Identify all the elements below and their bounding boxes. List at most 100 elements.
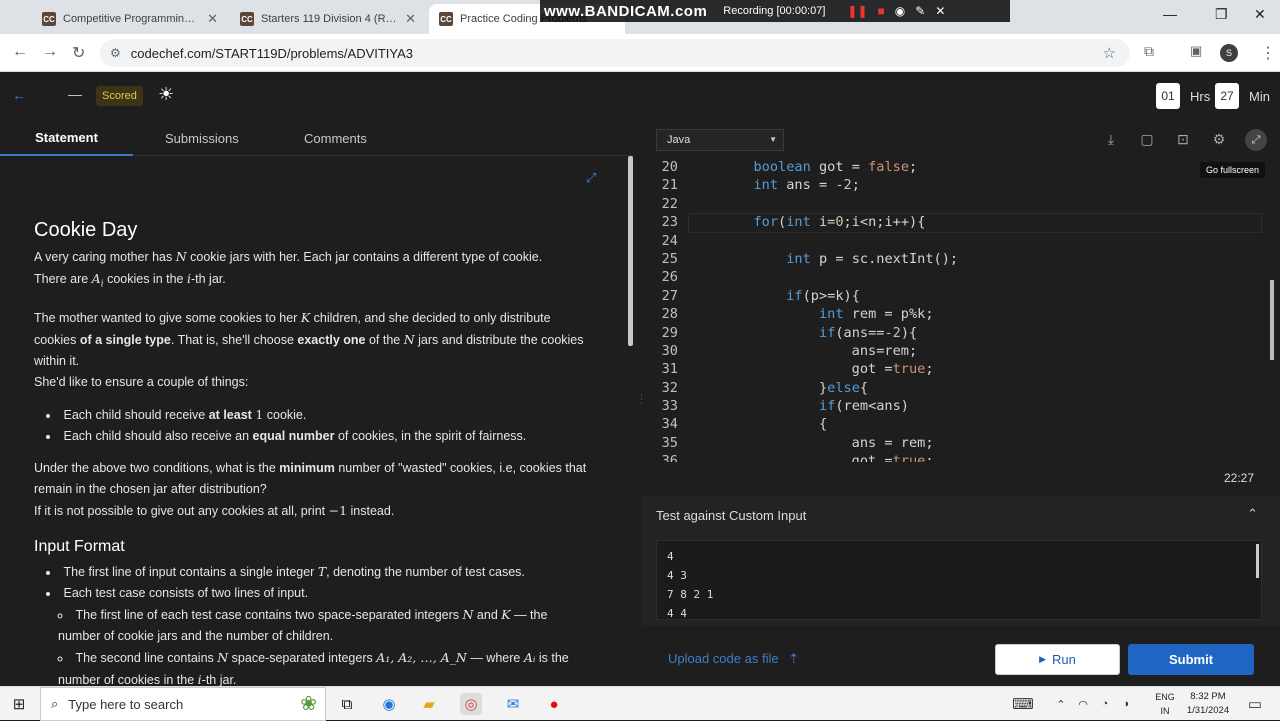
taskbar-search[interactable]: ⌕ Type here to search ❀ — [40, 687, 326, 721]
code-line[interactable]: 36 got =true; — [642, 452, 1274, 462]
task-view-icon[interactable]: ⧉ — [336, 693, 358, 715]
back-icon[interactable]: ← — [12, 87, 26, 103]
clock-time: 8:32 PM — [1190, 691, 1226, 702]
bandicam-app-icon[interactable]: ● — [543, 693, 565, 715]
code-line[interactable]: 32 }else{ — [642, 379, 1274, 397]
reload-icon[interactable]: ↻ — [72, 43, 85, 63]
sun-theme-icon[interactable]: ☀ — [158, 84, 174, 105]
edge-browser-icon[interactable]: ◉ — [378, 693, 400, 715]
custom-input-title[interactable]: Test against Custom Input — [656, 508, 806, 523]
pause-icon[interactable]: ❚❚ — [847, 4, 867, 18]
statement-scrollbar[interactable] — [628, 156, 633, 346]
submit-button[interactable]: Submit — [1128, 644, 1254, 675]
input-language[interactable]: ENG IN — [1152, 690, 1178, 718]
network-icon[interactable]: ◠ — [1072, 693, 1094, 715]
tray-expand-icon[interactable]: ⌃ — [1050, 693, 1072, 715]
input-format-heading: Input Format — [34, 537, 125, 555]
line-number: 28 — [661, 306, 678, 323]
back-arrow-icon[interactable]: ← — [12, 43, 28, 61]
text: The first line of each test case contain… — [75, 607, 463, 622]
code-line[interactable]: 22 — [642, 195, 1274, 213]
text: The first line of input contains a singl… — [63, 564, 318, 579]
text: of cookies, in the spirit of fairness. — [334, 428, 527, 443]
code-line[interactable]: 21 int ans = -2; — [642, 176, 1274, 194]
code-line[interactable]: 20 boolean got = false; — [642, 158, 1274, 176]
notifications-icon[interactable]: ▭ — [1244, 693, 1266, 715]
code-line[interactable]: 26 — [642, 268, 1274, 286]
browser-tab-strip: CC Competitive Programming and ✕ CC Star… — [0, 0, 1280, 34]
input-scrollbar[interactable] — [1256, 544, 1259, 578]
code-line[interactable]: 33 if(rem<ans) — [642, 397, 1274, 415]
collapse-icon[interactable]: — — [68, 86, 82, 102]
save-icon[interactable]: ⊡ — [1174, 130, 1192, 148]
windows-start-icon[interactable]: ⊞ — [8, 693, 30, 715]
wifi-icon[interactable]: ◔ — [1094, 693, 1116, 715]
code-line[interactable]: 31 got =true; — [642, 360, 1274, 378]
close-tab-icon[interactable]: ✕ — [405, 11, 416, 27]
camera-icon[interactable]: ◉ — [895, 4, 905, 18]
text: space-separated integers — [228, 650, 377, 665]
code-line[interactable]: 29 if(ans==-2){ — [642, 324, 1274, 342]
line-number: 31 — [661, 361, 678, 378]
line-number: 35 — [661, 434, 678, 451]
code-line[interactable]: 24 — [642, 232, 1274, 250]
list-item: Each test case consists of two lines of … — [46, 583, 590, 687]
volume-icon[interactable]: ◗ — [1116, 693, 1138, 715]
language-select[interactable]: Java ▼ — [656, 129, 784, 151]
file-explorer-icon[interactable]: ▰ — [418, 693, 440, 715]
chrome-icon[interactable]: ◎ — [460, 693, 482, 715]
keyboard-icon[interactable]: ⌨ — [1012, 693, 1034, 715]
extensions-icon[interactable]: ⧉ — [1144, 43, 1154, 60]
code-area[interactable]: 20 boolean got = false; 21 int ans = -2; 2… — [642, 158, 1274, 462]
code-line[interactable]: 34 { — [642, 415, 1274, 433]
browser-tab-2[interactable]: CC Starters 119 Division 4 (Rated) ✕ — [230, 4, 426, 34]
code-line[interactable]: 28 int rem = p%k; — [642, 305, 1274, 323]
code-text: }else{ — [688, 379, 869, 396]
site-info-icon[interactable]: ⚙ — [110, 46, 121, 60]
text: She'd like to ensure a couple of things: — [34, 374, 249, 389]
code-line[interactable]: 23 for(int i=0;i<n;i++){ — [642, 213, 1274, 234]
close-tab-icon[interactable]: ✕ — [207, 11, 218, 27]
custom-input-textarea[interactable]: 4 4 3 7 8 2 1 4 4 — [656, 540, 1262, 620]
custom-input-section: Test against Custom Input ⌃ 4 4 3 7 8 2 … — [642, 496, 1280, 626]
text: , denoting the number of test cases. — [326, 564, 525, 579]
text: -th jar. — [190, 272, 226, 286]
fullscreen-button[interactable]: ⤢ — [1245, 129, 1267, 151]
code-line[interactable]: 27 if(p>=k){ — [642, 287, 1274, 305]
editor-scrollbar[interactable] — [1270, 280, 1274, 360]
bookmark-star-icon[interactable]: ☆ — [1103, 44, 1116, 62]
browser-menu-icon[interactable]: ⋮ — [1260, 43, 1276, 63]
mail-icon[interactable]: ✉ — [502, 693, 524, 715]
reset-code-icon[interactable]: ▢ — [1138, 130, 1156, 148]
search-decoration-icon: ❀ — [300, 693, 317, 715]
profile-avatar[interactable]: S — [1220, 44, 1238, 62]
upload-code-link[interactable]: Upload code as file ⇡ — [668, 651, 799, 667]
address-bar[interactable]: ⚙ codechef.com/START119D/problems/ADVITI… — [100, 39, 1130, 67]
maximize-window-icon[interactable]: ❐ — [1215, 6, 1228, 23]
code-line[interactable]: 35 ans = rem; — [642, 434, 1274, 452]
recorder-close-icon[interactable]: ✕ — [935, 4, 945, 18]
browser-tab-1[interactable]: CC Competitive Programming and ✕ — [32, 4, 228, 34]
download-icon[interactable]: ⤓ — [1102, 130, 1120, 148]
run-button[interactable]: ▶ Run — [995, 644, 1120, 675]
nested-list: The first line of each test case contain… — [58, 604, 590, 687]
system-clock[interactable]: 8:32 PM 1/31/2024 — [1180, 690, 1236, 718]
minimize-window-icon[interactable]: — — [1163, 6, 1177, 22]
expand-icon[interactable]: ⤢ — [586, 170, 596, 186]
side-panel-icon[interactable]: ▣ — [1190, 43, 1202, 59]
text: There are — [34, 272, 92, 286]
close-window-icon[interactable]: ✕ — [1254, 6, 1266, 23]
forward-arrow-icon[interactable]: → — [42, 43, 58, 61]
statement-paragraph-1: A very caring mother has N cookie jars w… — [34, 246, 590, 296]
pencil-icon[interactable]: ✎ — [915, 4, 925, 18]
settings-gear-icon[interactable]: ⚙ — [1210, 130, 1228, 148]
tab-comments[interactable]: Comments — [304, 120, 367, 156]
text: — where — [466, 650, 524, 665]
tab-statement[interactable]: Statement — [0, 120, 133, 156]
stop-icon[interactable]: ■ — [878, 4, 885, 18]
code-line[interactable]: 30 ans=rem; — [642, 342, 1274, 360]
code-line[interactable]: 25 int p = sc.nextInt(); — [642, 250, 1274, 268]
chevron-up-icon[interactable]: ⌃ — [1247, 506, 1258, 522]
language-value: Java — [667, 134, 691, 146]
tab-submissions[interactable]: Submissions — [165, 120, 239, 156]
